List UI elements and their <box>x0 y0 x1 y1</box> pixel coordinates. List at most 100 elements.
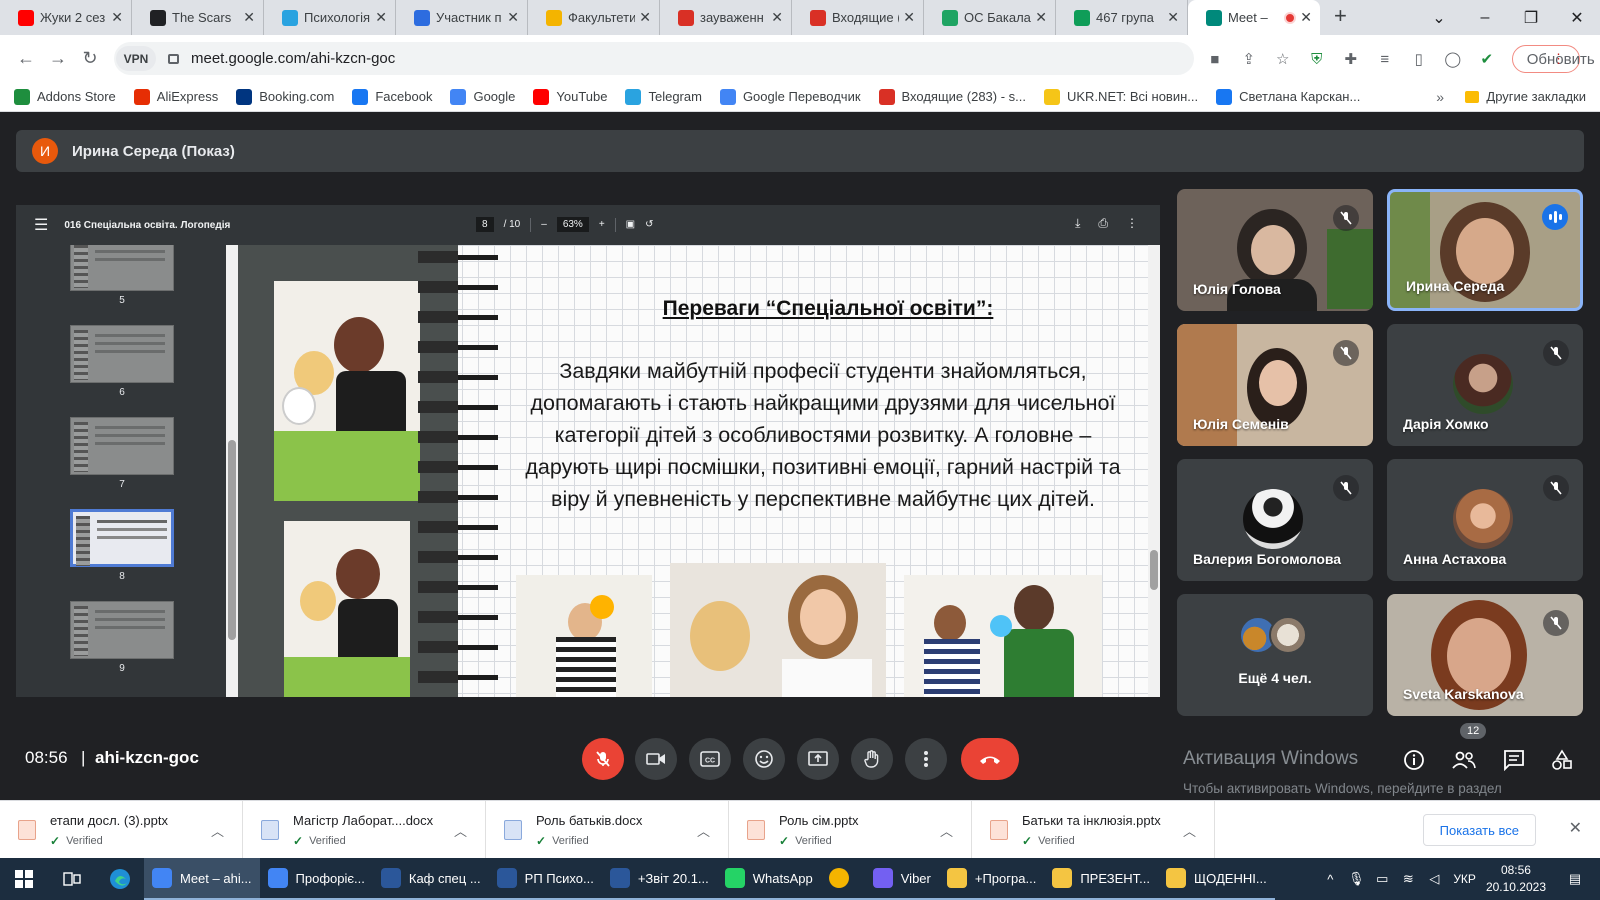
more-options-button[interactable] <box>905 738 947 780</box>
scrollbar-thumb[interactable] <box>1150 550 1158 590</box>
chevron-up-icon[interactable]: ︿ <box>211 821 224 840</box>
bookmark-item[interactable]: Google <box>450 88 515 105</box>
download-item[interactable]: Батьки та інклюзія.pptx ✓ Verified ︿ <box>972 801 1215 859</box>
browser-tab[interactable]: зауваженн ✕ <box>660 0 792 35</box>
wifi-icon[interactable]: ≋ <box>1397 871 1419 887</box>
captions-button[interactable]: CC <box>689 738 731 780</box>
chevron-up-icon[interactable]: ︿ <box>940 821 953 840</box>
language-indicator[interactable]: УКР <box>1453 872 1476 886</box>
download-item[interactable]: Магістр Лаборат....docx ✓ Verified ︿ <box>243 801 486 859</box>
zoom-in-icon[interactable]: + <box>599 219 605 230</box>
browser-tab[interactable]: Meet – ✕ <box>1188 0 1320 35</box>
bookmark-item[interactable]: AliExpress <box>133 88 218 105</box>
show-all-downloads-button[interactable]: Показать все <box>1422 814 1536 846</box>
taskbar-app[interactable]: Каф спец ... <box>372 858 489 900</box>
participant-tile[interactable]: Ирина Середа <box>1387 189 1583 311</box>
edge-pinned-button[interactable] <box>96 858 144 900</box>
activities-button[interactable] <box>1548 746 1576 774</box>
people-button[interactable] <box>1450 746 1478 774</box>
pdf-page-thumbnail[interactable] <box>70 509 174 567</box>
restore-button[interactable]: ❐ <box>1508 8 1554 28</box>
bookmark-item[interactable]: Входящие (283) - s... <box>878 88 1026 105</box>
close-downloads-icon[interactable]: ✕ <box>1569 818 1582 838</box>
microphone-icon[interactable]: 🎙 <box>1345 871 1367 887</box>
mic-toggle-button[interactable] <box>582 738 624 780</box>
participant-tile[interactable]: Sveta Karskanova <box>1387 594 1583 716</box>
close-tab-icon[interactable]: ✕ <box>1300 9 1312 26</box>
camera-toggle-button[interactable] <box>635 738 677 780</box>
browser-tab[interactable]: The Scars ✕ <box>132 0 264 35</box>
browser-tab[interactable]: Факультети ✕ <box>528 0 660 35</box>
taskbar-app[interactable]: Профоріє... <box>259 858 373 900</box>
browser-tab[interactable]: Жуки 2 сез ✕ <box>0 0 132 35</box>
present-screen-button[interactable] <box>797 738 839 780</box>
tray-overflow-icon[interactable]: ^ <box>1319 872 1341 887</box>
participant-tile[interactable]: Юлія Голова <box>1177 189 1373 311</box>
close-tab-icon[interactable]: ✕ <box>375 9 387 26</box>
download-item[interactable]: Роль сім.pptx ✓ Verified ︿ <box>729 801 972 859</box>
close-tab-icon[interactable]: ✕ <box>903 9 915 26</box>
pdf-menu-icon[interactable]: ☰ <box>34 215 48 235</box>
update-button[interactable]: Обновить ⋮ <box>1511 45 1595 73</box>
profile-icon[interactable]: ◯ <box>1444 50 1462 68</box>
bookmark-item[interactable]: UKR.NET: Всі новин... <box>1044 88 1198 105</box>
back-button[interactable]: ← <box>10 48 42 69</box>
pdf-page-thumbnail[interactable] <box>70 325 174 383</box>
chevron-up-icon[interactable]: ︿ <box>454 821 467 840</box>
taskbar-app[interactable] <box>820 858 865 900</box>
raise-hand-button[interactable] <box>851 738 893 780</box>
bookmark-item[interactable]: Addons Store <box>14 88 116 105</box>
shield-extension-icon[interactable]: ⛨ <box>1308 51 1326 68</box>
taskbar-app[interactable]: Meet – ahi... <box>144 858 260 900</box>
other-bookmarks[interactable]: Другие закладки <box>1465 89 1586 104</box>
bookmark-item[interactable]: Booking.com <box>236 88 334 105</box>
chat-button[interactable] <box>1500 746 1528 774</box>
start-button[interactable] <box>0 858 48 900</box>
camera-icon[interactable]: ■ <box>1206 51 1224 68</box>
reading-list-icon[interactable]: ≡ <box>1376 51 1394 68</box>
taskbar-app[interactable]: WhatsApp <box>716 858 821 900</box>
taskbar-app[interactable]: ПРЕЗЕНТ... <box>1044 858 1158 900</box>
participant-tile[interactable]: Валерия Богомолова <box>1177 459 1373 581</box>
thumbnail-scrollbar[interactable] <box>226 245 238 697</box>
close-tab-icon[interactable]: ✕ <box>507 9 519 26</box>
download-item[interactable]: Роль батьків.docx ✓ Verified ︿ <box>486 801 729 859</box>
url-text[interactable]: meet.google.com/ahi-kzcn-goc <box>191 50 395 67</box>
slide-scrollbar[interactable] <box>1148 245 1160 697</box>
minimize-button[interactable]: – <box>1462 9 1508 27</box>
download-icon[interactable]: ⤓ <box>1075 216 1080 231</box>
tab-search-icon[interactable]: ⌄ <box>1416 8 1462 28</box>
close-window-button[interactable]: ✕ <box>1554 8 1600 28</box>
share-icon[interactable]: ⇪ <box>1240 50 1258 68</box>
pdf-page-thumbnail[interactable] <box>70 417 174 475</box>
browser-tab[interactable]: 467 група ✕ <box>1056 0 1188 35</box>
participant-tile[interactable]: Юлія Семенів <box>1177 324 1373 446</box>
participant-tile[interactable]: Анна Астахова <box>1387 459 1583 581</box>
close-tab-icon[interactable]: ✕ <box>243 9 255 26</box>
taskbar-app[interactable]: +Програ... <box>938 858 1045 900</box>
browser-tab[interactable]: ОС Бакала ✕ <box>924 0 1056 35</box>
notifications-icon[interactable]: ▤ <box>1564 871 1586 887</box>
chevron-up-icon[interactable]: ︿ <box>1183 821 1196 840</box>
taskbar-app[interactable]: +Звіт 20.1... <box>601 858 717 900</box>
browser-tab[interactable]: Психологія ✕ <box>264 0 396 35</box>
meeting-info-button[interactable] <box>1400 746 1428 774</box>
bookmark-item[interactable]: Facebook <box>352 88 432 105</box>
pdf-page-input[interactable]: 8 <box>476 217 494 232</box>
pdf-page-thumbnail[interactable] <box>70 245 174 291</box>
fit-page-icon[interactable]: ▣ <box>626 219 635 230</box>
address-bar[interactable]: VPN meet.google.com/ahi-kzcn-goc <box>114 42 1194 75</box>
taskbar-app[interactable]: Viber <box>864 858 939 900</box>
security-extension-icon[interactable]: ✔ <box>1478 50 1496 68</box>
bookmark-star-icon[interactable]: ☆ <box>1274 50 1292 68</box>
participant-tile[interactable]: Дарія Хомко <box>1387 324 1583 446</box>
close-tab-icon[interactable]: ✕ <box>1167 9 1179 26</box>
download-item[interactable]: етапи досл. (3).pptx ✓ Verified ︿ <box>0 801 243 859</box>
side-panel-icon[interactable]: ▯ <box>1410 50 1428 68</box>
bookmarks-overflow-button[interactable]: » <box>1436 89 1444 105</box>
close-tab-icon[interactable]: ✕ <box>111 9 123 26</box>
reload-button[interactable]: ↻ <box>74 48 106 69</box>
print-icon[interactable]: ⎙ <box>1098 216 1108 231</box>
scrollbar-thumb[interactable] <box>228 440 236 640</box>
chevron-up-icon[interactable]: ︿ <box>697 821 710 840</box>
